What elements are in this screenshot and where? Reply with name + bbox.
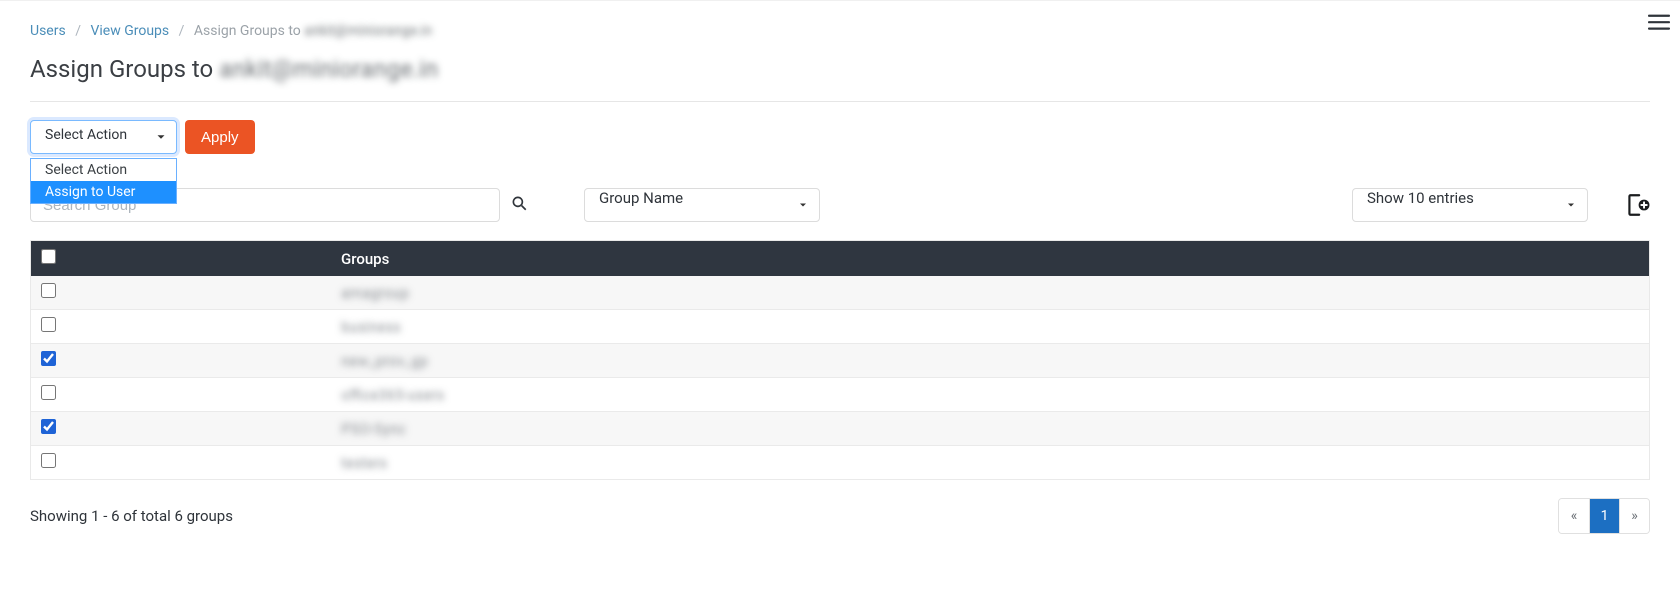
pager-next[interactable]: » — [1619, 499, 1649, 533]
table-row: new_prov_gp — [31, 344, 1649, 378]
select-action-option[interactable]: Select Action — [31, 159, 176, 181]
row-checkbox[interactable] — [41, 453, 56, 468]
row-checkbox[interactable] — [41, 317, 56, 332]
page-title-user: ankit@miniorange.in — [219, 55, 438, 83]
divider — [30, 101, 1650, 102]
table-row: testers — [31, 446, 1649, 480]
group-name: testers — [341, 454, 387, 472]
showing-text: Showing 1 - 6 of total 6 groups — [30, 507, 233, 525]
table-row: office365-users — [31, 378, 1649, 412]
groups-table: Groups amagroup business new_prov_gpoffice… — [30, 240, 1650, 480]
entries-filter-select[interactable]: Show 10 entries — [1352, 188, 1588, 222]
hamburger-menu-icon[interactable] — [1648, 10, 1672, 34]
group-filter-select[interactable]: Group Name — [584, 188, 820, 222]
pagination: « 1 » — [1558, 498, 1650, 534]
group-name: new_prov_gp — [341, 352, 428, 370]
select-action-dropdown[interactable]: Select Action — [30, 120, 177, 154]
select-all-checkbox[interactable] — [41, 249, 56, 264]
breadcrumb-users[interactable]: Users — [30, 23, 66, 39]
breadcrumb-current: Assign Groups to ankit@miniorange.in — [194, 23, 432, 39]
breadcrumb: Users / View Groups / Assign Groups to a… — [30, 1, 1650, 45]
breadcrumb-sep: / — [75, 23, 81, 39]
row-checkbox[interactable] — [41, 283, 56, 298]
page-title: Assign Groups to ankit@miniorange.in — [30, 55, 1650, 83]
breadcrumb-sep: / — [179, 23, 185, 39]
breadcrumb-current-user: ankit@miniorange.in — [304, 23, 432, 39]
row-checkbox[interactable] — [41, 351, 56, 366]
table-row: amagroup — [31, 276, 1649, 310]
group-name: PSO-Sync — [341, 420, 406, 438]
select-action-options: Select Action Assign to User — [30, 158, 177, 204]
breadcrumb-view-groups[interactable]: View Groups — [90, 23, 169, 39]
apply-button[interactable]: Apply — [185, 120, 255, 154]
group-name: business — [341, 318, 401, 336]
table-header-checkbox — [31, 241, 331, 276]
row-checkbox[interactable] — [41, 419, 56, 434]
search-icon[interactable] — [510, 194, 528, 216]
table-row: PSO-Sync — [31, 412, 1649, 446]
row-checkbox[interactable] — [41, 385, 56, 400]
page-title-prefix: Assign Groups to — [30, 55, 213, 83]
breadcrumb-current-prefix: Assign Groups to — [194, 23, 301, 39]
table-header-groups: Groups — [331, 241, 1649, 276]
select-action-option[interactable]: Assign to User — [31, 181, 176, 203]
table-row: business — [31, 310, 1649, 344]
pager-page-1[interactable]: 1 — [1589, 499, 1619, 533]
pager-prev[interactable]: « — [1559, 499, 1589, 533]
export-icon[interactable] — [1624, 192, 1650, 218]
group-name: office365-users — [341, 386, 444, 404]
group-name: amagroup — [341, 284, 409, 302]
